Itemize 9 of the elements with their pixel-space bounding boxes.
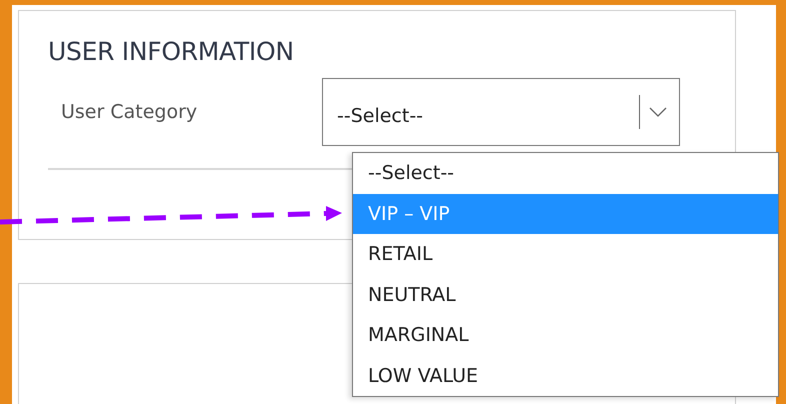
dropdown-option[interactable]: RETAIL [353,234,778,274]
category-dropdown[interactable]: --Select-- [322,78,680,146]
caret-icon [649,107,667,117]
section-title: USER INFORMATION [48,37,295,66]
dropdown-option[interactable]: LOW VALUE [353,356,778,396]
dropdown-option[interactable]: NEUTRAL [353,274,778,315]
dropdown-option[interactable]: --Select-- [353,153,778,194]
dropdown-option[interactable]: MARGINAL [353,315,778,356]
field-label: User Category [61,101,198,123]
